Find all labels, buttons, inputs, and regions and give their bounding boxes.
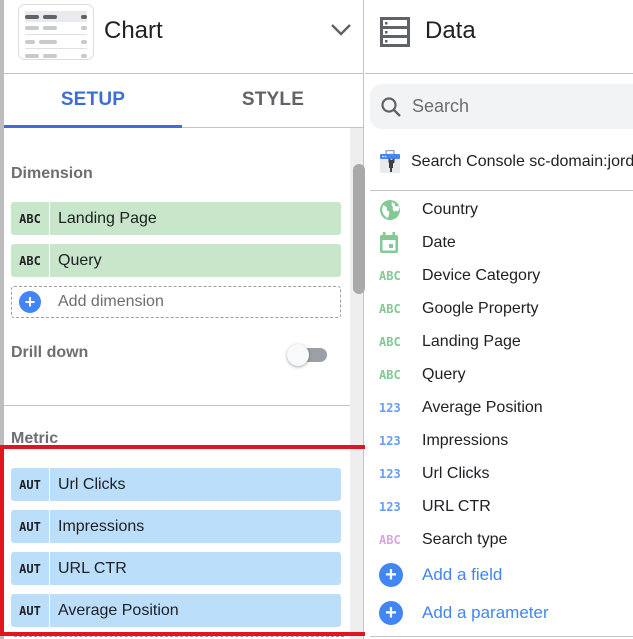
- section-divider: [4, 405, 350, 406]
- tab-style[interactable]: STYLE: [184, 75, 362, 128]
- field-query[interactable]: ABC Query: [379, 358, 633, 391]
- number-type-icon: 123: [379, 499, 401, 514]
- field-landing-page[interactable]: ABC Landing Page: [379, 325, 633, 358]
- text-type-icon: ABC: [11, 202, 50, 235]
- number-type-icon: 123: [379, 433, 401, 448]
- chip-label: Landing Page: [58, 209, 157, 227]
- search-icon: [381, 96, 401, 117]
- auto-aggregation-icon[interactable]: AUT: [11, 468, 50, 501]
- chevron-down-icon[interactable]: [330, 22, 352, 38]
- chart-type-title: Chart: [104, 17, 163, 44]
- auto-aggregation-icon[interactable]: AUT: [11, 552, 50, 585]
- metric-chip-impressions[interactable]: AUT Impressions: [11, 510, 341, 543]
- field-search[interactable]: [370, 84, 633, 129]
- field-google-property[interactable]: ABC Google Property: [379, 292, 633, 325]
- number-type-icon: 123: [379, 400, 401, 415]
- field-label: Average Position: [422, 398, 543, 416]
- field-label: Query: [422, 365, 466, 383]
- add-dimension-label: Add dimension: [58, 293, 164, 310]
- field-url-clicks[interactable]: 123 Url Clicks: [379, 457, 633, 490]
- add-field-button[interactable]: + Add a field: [379, 560, 502, 590]
- chip-label: URL CTR: [58, 559, 127, 577]
- data-panel: Data Search Console sc-domain:jord Count…: [365, 0, 633, 639]
- plus-circle-icon: +: [379, 601, 403, 625]
- auto-aggregation-icon[interactable]: AUT: [11, 594, 50, 627]
- scrollbar-thumb[interactable]: [353, 164, 365, 294]
- data-source-name: Search Console sc-domain:jord: [411, 153, 633, 170]
- field-average-position[interactable]: 123 Average Position: [379, 391, 633, 424]
- add-parameter-label: Add a parameter: [422, 603, 549, 622]
- available-fields-list: Country Date ABC Device Category ABC Goo…: [379, 193, 633, 556]
- field-label: Url Clicks: [422, 464, 490, 482]
- auto-aggregation-icon[interactable]: AUT: [11, 510, 50, 543]
- field-label: URL CTR: [422, 497, 491, 515]
- data-header: Data: [365, 0, 633, 74]
- data-source-row[interactable]: Search Console sc-domain:jord: [379, 150, 633, 174]
- field-impressions[interactable]: 123 Impressions: [379, 424, 633, 457]
- chip-label: Impressions: [58, 517, 145, 535]
- data-list-icon: [380, 17, 410, 47]
- tab-setup[interactable]: SETUP: [4, 75, 182, 128]
- search-console-icon: [380, 150, 400, 173]
- field-label: Landing Page: [422, 332, 521, 350]
- field-country[interactable]: Country: [379, 193, 633, 226]
- add-field-label: Add a field: [422, 565, 503, 584]
- drill-down-label: Drill down: [11, 344, 89, 361]
- plus-circle-icon: +: [19, 291, 41, 313]
- field-label: Impressions: [422, 431, 509, 449]
- dimension-chip-landing-page[interactable]: ABC Landing Page: [11, 202, 341, 235]
- active-tab-indicator: [4, 125, 182, 128]
- field-date[interactable]: Date: [379, 226, 633, 259]
- number-type-icon: 123: [379, 466, 401, 481]
- add-parameter-button[interactable]: + Add a parameter: [379, 598, 549, 628]
- text-type-icon: ABC: [379, 334, 401, 349]
- table-chart-icon[interactable]: [18, 4, 94, 60]
- field-search-type[interactable]: ABC Search type: [379, 523, 633, 556]
- metric-label: Metric: [11, 430, 59, 447]
- dimension-label: Dimension: [11, 165, 93, 182]
- text-type-icon: ABC: [11, 244, 50, 277]
- field-label: Date: [422, 233, 456, 251]
- text-type-icon: ABC: [379, 268, 401, 283]
- text-type-icon: ABC: [379, 367, 401, 382]
- add-dimension-button[interactable]: + Add dimension: [11, 286, 341, 318]
- chart-header: Chart: [4, 0, 363, 74]
- text-type-icon: ABC: [379, 301, 401, 316]
- data-panel-title: Data: [425, 17, 476, 44]
- plus-circle-icon: +: [379, 563, 403, 587]
- chip-label: Query: [58, 251, 102, 269]
- field-label: Google Property: [422, 299, 539, 317]
- field-label: Search type: [422, 530, 508, 548]
- field-label: Device Category: [422, 266, 541, 284]
- calendar-icon: [379, 231, 407, 254]
- panel-tabs: SETUP STYLE: [4, 75, 363, 128]
- metric-chip-url-clicks[interactable]: AUT Url Clicks: [11, 468, 341, 501]
- globe-icon: [379, 199, 407, 221]
- text-type-icon: ABC: [379, 532, 401, 547]
- properties-panel: Chart SETUP STYLE Dimension ABC Landing …: [0, 0, 365, 639]
- chip-label: Average Position: [58, 601, 179, 619]
- metric-chip-average-position[interactable]: AUT Average Position: [11, 594, 341, 627]
- section-divider: [370, 636, 633, 637]
- search-input[interactable]: [412, 96, 612, 117]
- toggle-knob: [287, 344, 309, 366]
- dimension-chip-query[interactable]: ABC Query: [11, 244, 341, 277]
- field-device-category[interactable]: ABC Device Category: [379, 259, 633, 292]
- field-url-ctr[interactable]: 123 URL CTR: [379, 490, 633, 523]
- drill-down-toggle[interactable]: [287, 343, 327, 367]
- metric-chip-url-ctr[interactable]: AUT URL CTR: [11, 552, 341, 585]
- chip-label: Url Clicks: [58, 475, 126, 493]
- section-divider: [370, 190, 633, 191]
- field-label: Country: [422, 200, 479, 218]
